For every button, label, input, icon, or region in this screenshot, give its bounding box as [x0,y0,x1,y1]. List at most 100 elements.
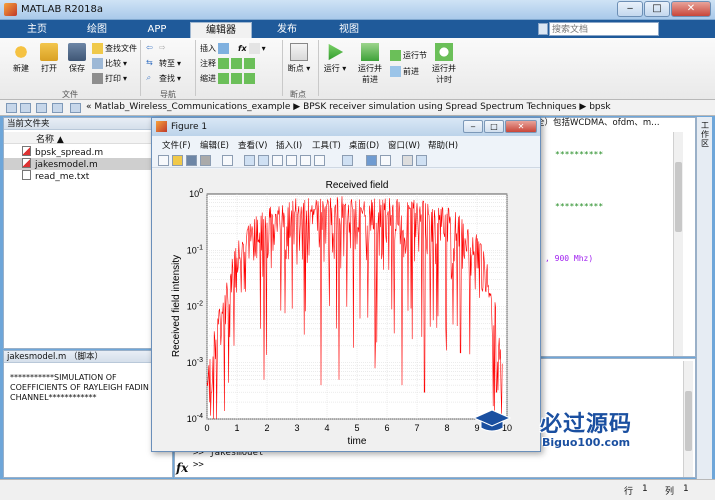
figure-close-button[interactable]: ✕ [505,120,537,133]
app-title: MATLAB R2018a [21,4,104,15]
figure-toolbar [152,152,540,168]
insert-icon [218,43,229,54]
editor-scrollbar[interactable] [673,132,683,356]
close-button[interactable]: ✕ [671,1,711,17]
menu-desktop[interactable]: 桌面(D) [349,139,379,151]
filter-icon[interactable] [538,23,548,35]
menu-window[interactable]: 窗口(W) [388,139,420,151]
chart-title: Received field [326,180,389,191]
code-line: ********** [555,150,604,159]
x-tick-label: 5 [354,423,359,433]
root-folder-icon[interactable] [70,103,81,113]
tab-plots[interactable]: 绘图 [68,22,126,38]
menu-help[interactable]: 帮助(H) [428,139,458,151]
watermark-logo: 必过源码 Biguo100.com [462,406,682,458]
menu-insert[interactable]: 插入(I) [276,139,302,151]
maximize-button[interactable]: □ [644,1,670,17]
app-titlebar: MATLAB R2018a ‒ □ ✕ [0,0,715,20]
current-folder-title: 当前文件夹 [4,118,172,130]
run-section-button[interactable]: 运行节 [390,50,427,61]
indent-button[interactable]: 缩进 [200,73,255,84]
rotate-icon[interactable] [286,155,297,166]
print-button[interactable]: 打印 ▾ [92,73,127,84]
open-button[interactable]: 打开 [36,43,62,74]
figure-minimize-button[interactable]: ‒ [463,120,483,133]
y-tick-label: 100 [189,188,203,199]
menu-file[interactable]: 文件(F) [162,139,191,151]
scrollbar-thumb[interactable] [685,391,692,451]
advance-icon [390,66,401,77]
file-item[interactable]: bpsk_spread.m [4,146,172,158]
folder-path[interactable]: « Matlab_Wireless_Communications_example… [86,102,611,112]
address-bar: « Matlab_Wireless_Communications_example… [0,100,715,116]
tab-view[interactable]: 视图 [320,22,378,38]
edit-plot-icon[interactable] [222,155,233,166]
compare-button[interactable]: 比较 ▾ [92,58,127,69]
pan-icon[interactable] [272,155,283,166]
forward-icon[interactable] [20,103,31,113]
run-and-time-button[interactable]: 运行并 计时 [428,43,460,85]
print-figure-icon[interactable] [200,155,211,166]
scrollbar-thumb[interactable] [675,162,682,232]
command-scrollbar[interactable] [683,361,693,477]
legend-icon[interactable] [380,155,391,166]
tab-publish[interactable]: 发布 [258,22,316,38]
editor-tab-title[interactable]: 全）包括WCDMA、ofdm、m… [536,117,694,129]
name-column-header[interactable]: 名称 ▲ [4,132,172,145]
brush-icon[interactable] [314,155,325,166]
details-panel: jakesmodel.m （脚本） ***********SIMULATION … [3,350,173,478]
save-button[interactable]: 保存 [64,43,90,74]
go-to-button[interactable]: ⇆ 转至 ▾ [146,58,181,69]
file-item-selected[interactable]: jakesmodel.m [4,158,172,170]
zoom-in-icon[interactable] [244,155,255,166]
editor-ribbon: 新建 打开 保存 查找文件 比较 ▾ 打印 ▾ 文件 ⇦ ⇨ ⇆ 转至 ▾ ⌕ 查找 … [0,38,715,100]
zoom-out-icon[interactable] [258,155,269,166]
link-plot-icon[interactable] [342,155,353,166]
comment-button[interactable]: 注释 [200,58,255,69]
uncomment-icon [231,58,242,69]
browse-folder-icon[interactable] [52,103,63,113]
new-figure-icon[interactable] [158,155,169,166]
menu-tools[interactable]: 工具(T) [312,139,341,151]
run-and-advance-button[interactable]: 运行并 前进 [354,43,386,85]
fx-button[interactable]: fx ▾ [238,43,266,54]
menu-view[interactable]: 查看(V) [238,139,267,151]
details-text: ***********SIMULATION OF COEFFICIENTS OF… [10,373,149,402]
figure-maximize-button[interactable]: □ [484,120,504,133]
minimize-button[interactable]: ‒ [617,1,643,17]
col-label: 列 [665,487,675,497]
hide-plot-tools-icon[interactable] [402,155,413,166]
show-plot-tools-icon[interactable] [416,155,427,166]
x-tick-label: 1 [234,423,239,433]
workspace-tab[interactable]: 工作区 [699,121,711,148]
smart-indent-icon [218,73,229,84]
find-icon: ⌕ [146,73,151,82]
breakpoints-button[interactable]: 断点 ▾ [286,43,312,74]
tab-home[interactable]: 主页 [8,22,66,38]
up-folder-icon[interactable] [36,103,47,113]
data-cursor-icon[interactable] [300,155,311,166]
graduation-cap-icon [472,409,512,432]
x-axis-label: time [348,436,367,447]
find-button[interactable]: ⌕ 查找 ▾ [146,73,181,84]
run-button[interactable]: 运行 ▾ [322,43,348,74]
find-files-button[interactable]: 查找文件 [92,43,137,54]
workspace-collapsed[interactable]: 工作区 [696,117,712,479]
new-button[interactable]: 新建 [8,43,34,74]
colorbar-icon[interactable] [366,155,377,166]
save-figure-icon[interactable] [186,155,197,166]
open-file-icon[interactable] [172,155,183,166]
tab-apps[interactable]: APP [128,22,186,38]
menu-edit[interactable]: 编辑(E) [200,139,229,151]
insert-button[interactable]: 插入 [200,43,229,54]
advance-button[interactable]: 前进 [390,66,419,77]
file-item[interactable]: read_me.txt [4,170,172,182]
tab-editor[interactable]: 编辑器 [190,22,252,38]
fx-prompt-icon: fx [176,461,189,475]
col-value: 1 [683,484,689,494]
code-line: , 900 Mhz) [545,254,594,263]
figure-icon [156,121,167,132]
back-button[interactable]: ⇦ ⇨ [146,43,170,54]
back-icon[interactable] [6,103,17,113]
search-input[interactable] [549,22,659,36]
